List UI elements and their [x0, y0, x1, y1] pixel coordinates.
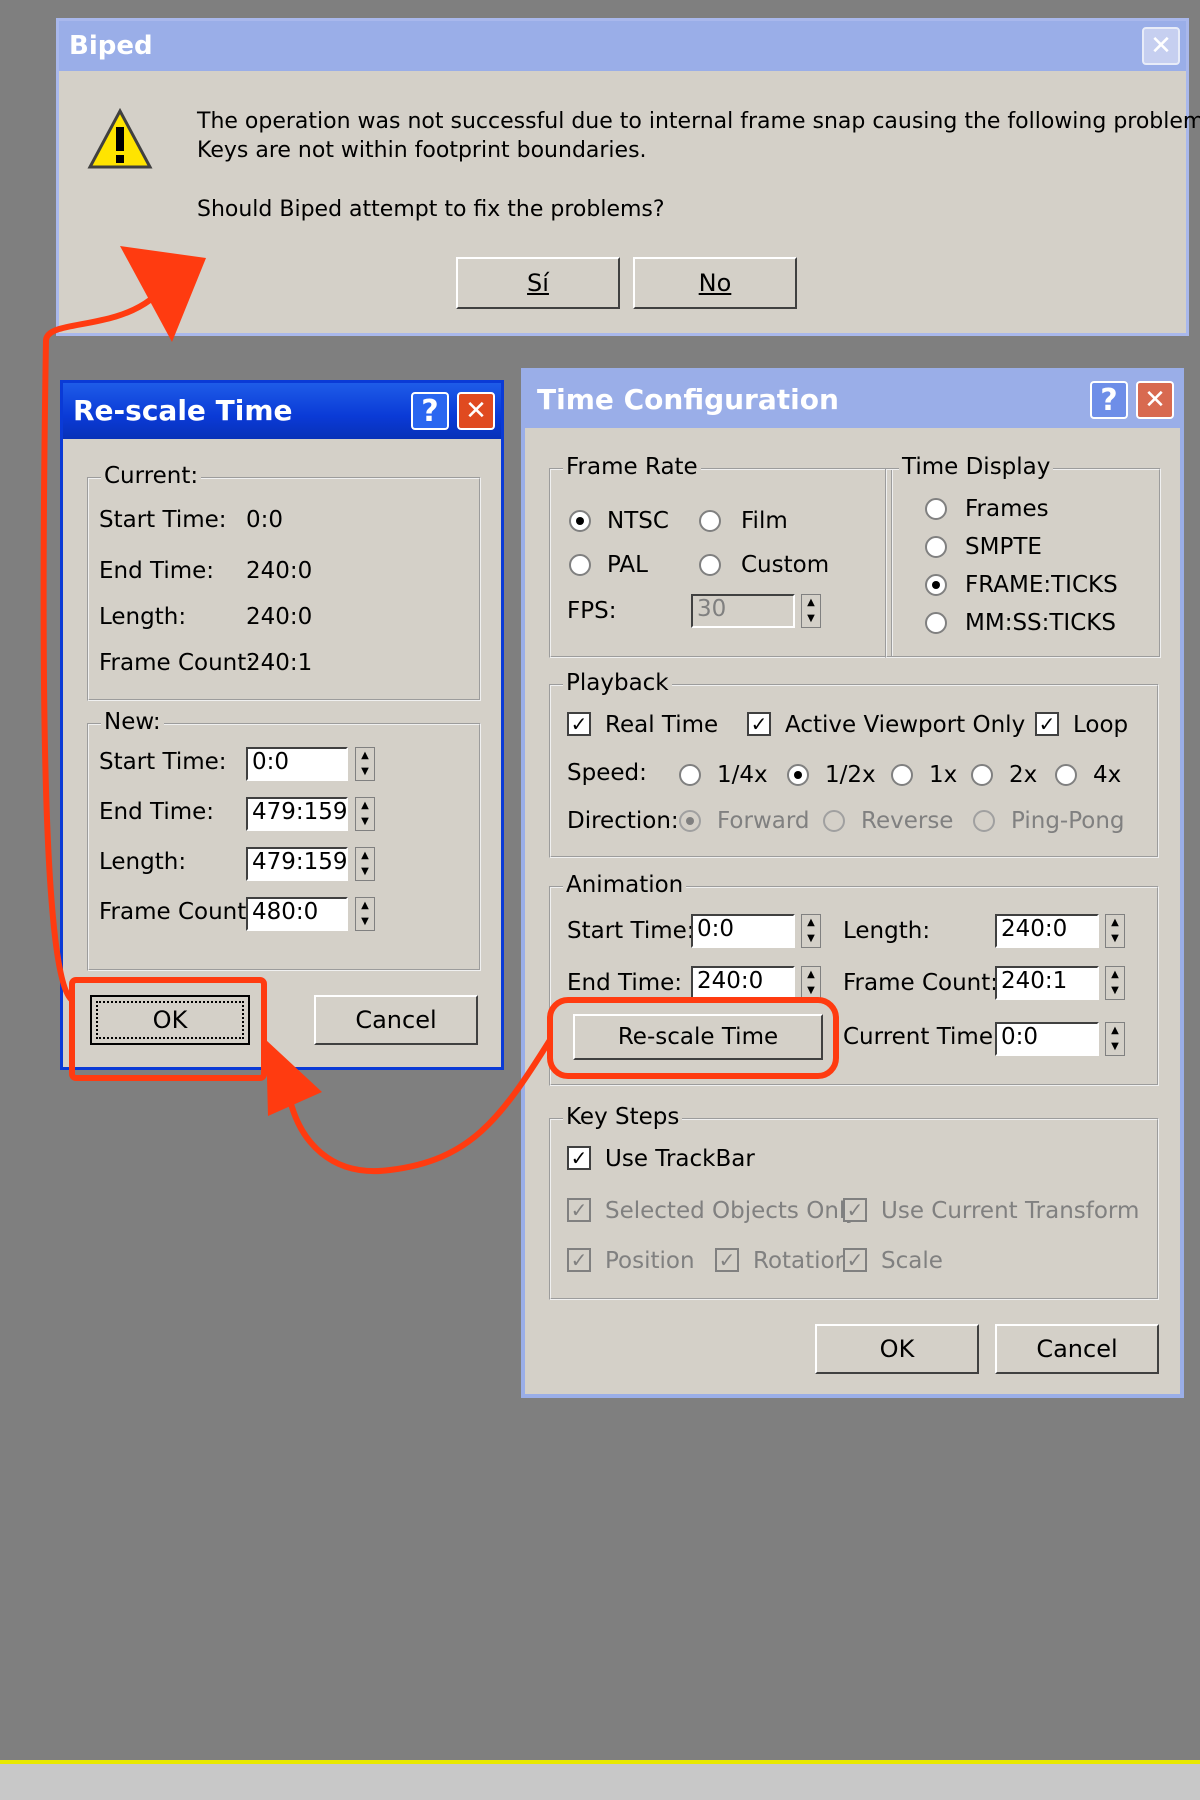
- yellow-divider: [0, 1760, 1200, 1764]
- annotation-box-rescale: [547, 997, 839, 1079]
- annotation-arrow-path-ok: [287, 1037, 553, 1175]
- annotation-overlay: [0, 246, 1200, 1800]
- annotation-arrow-path-up: [40, 257, 168, 1003]
- bottom-strip: [0, 1764, 1200, 1800]
- annotation-arrowhead-up: [120, 246, 206, 342]
- annotation-box-ok: [69, 977, 267, 1081]
